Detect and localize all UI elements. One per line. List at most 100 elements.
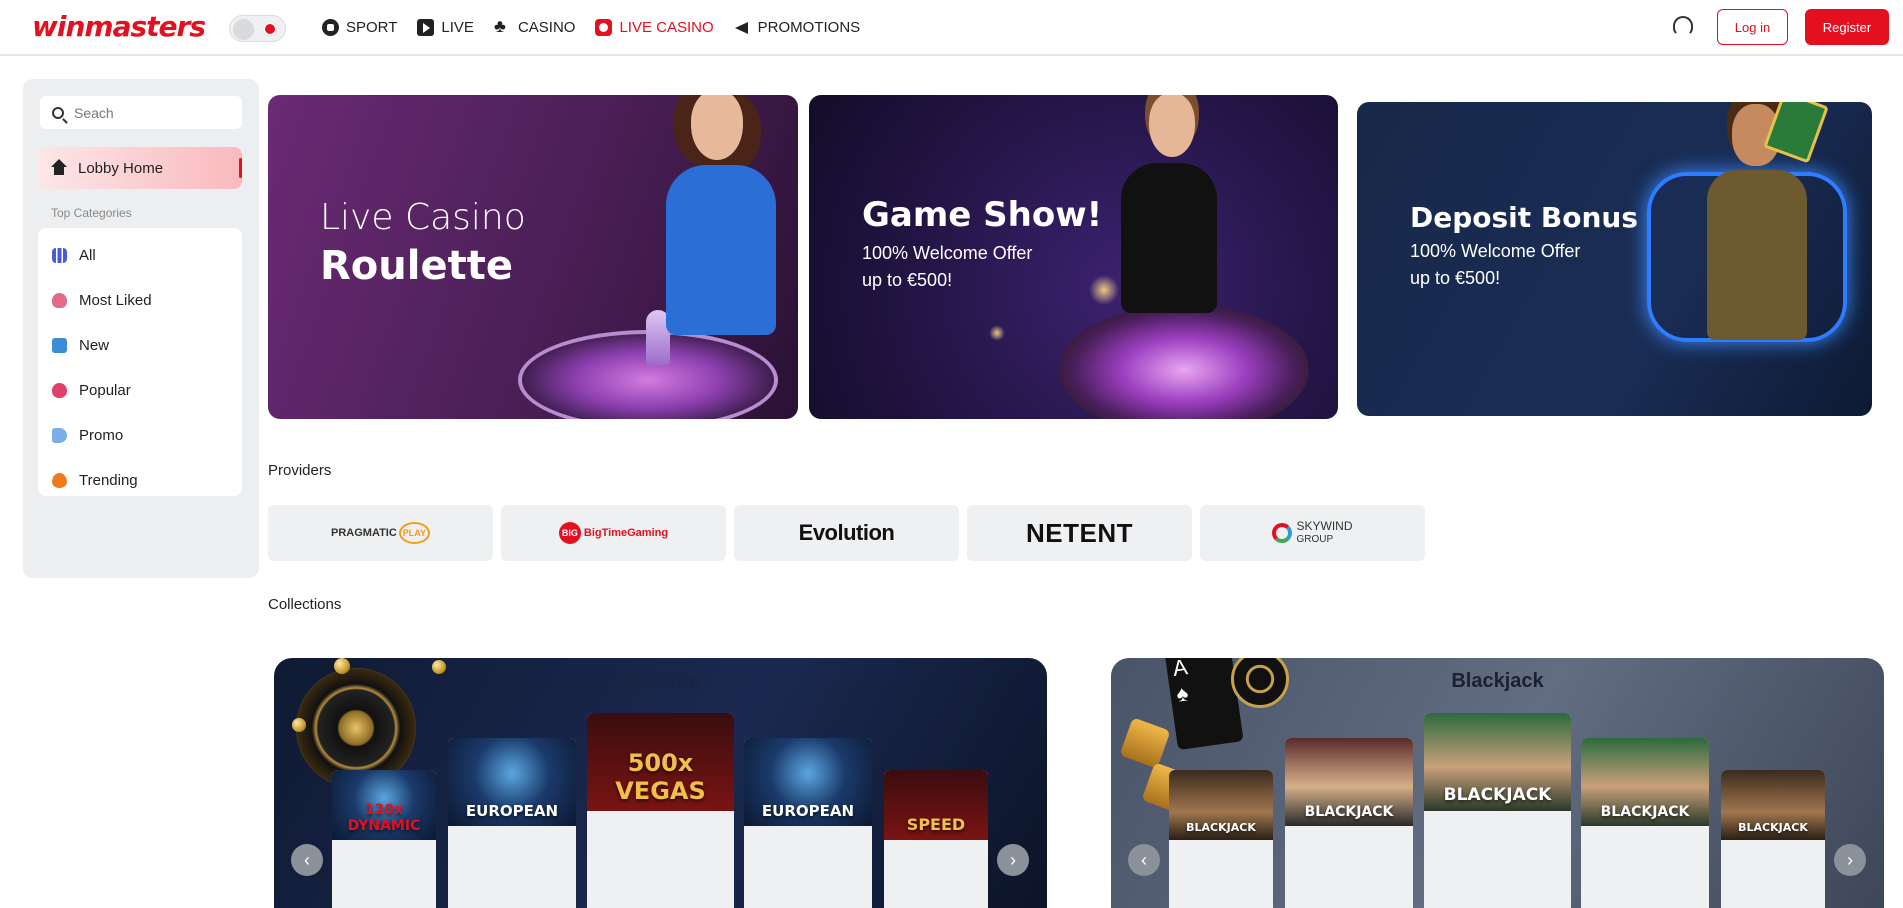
sidebar-item-all[interactable]: All xyxy=(38,233,242,278)
coin-image xyxy=(334,658,350,674)
game-card[interactable]: BLACKJACK xyxy=(1285,738,1413,908)
provider-pragmatic-play[interactable]: PRAGMATIC PLAY xyxy=(268,505,493,561)
sidebar-item-most-liked[interactable]: Most Liked xyxy=(38,278,242,323)
shopping-bag-icon xyxy=(52,338,67,353)
live-tv-icon xyxy=(417,18,435,36)
grid-icon xyxy=(52,248,67,263)
banner-sub-line2: up to €500! xyxy=(862,270,953,290)
coin-image xyxy=(432,660,446,674)
collections-heading: Collections xyxy=(268,596,342,613)
game-art: BLACKJACK xyxy=(1581,738,1709,826)
sidebar-item-new[interactable]: New xyxy=(38,323,242,368)
nav-casino-label: CASINO xyxy=(517,18,576,36)
sidebar-item-trending[interactable]: Trending xyxy=(38,458,242,503)
category-label: Popular xyxy=(79,382,131,399)
chevron-left-icon: ‹ xyxy=(304,849,310,870)
game-art: BLACKJACK xyxy=(1721,770,1825,840)
logo-text: winmasters xyxy=(32,10,206,43)
winmasters-logo[interactable]: winmasters xyxy=(32,10,206,43)
toggle-knob xyxy=(233,19,254,40)
pragmatic-logo: PRAGMATIC PLAY xyxy=(331,522,430,544)
game-art: BLACKJACK xyxy=(1424,713,1571,811)
lobby-home-label: Lobby Home xyxy=(78,159,164,177)
game-art: SPEED xyxy=(884,770,988,840)
provider-evolution[interactable]: Evolution xyxy=(734,505,959,561)
big-time-gaming-logo: BIG BigTimeGaming xyxy=(558,522,668,544)
collection-blackjack: Blackjack A ♠ BLACKJACK BLACKJACK BLACKJA… xyxy=(1111,658,1884,908)
category-label: Promo xyxy=(79,427,124,444)
nav-live[interactable]: LIVE xyxy=(417,18,474,36)
sidebar-item-promo[interactable]: Promo xyxy=(38,413,242,458)
provider-netent[interactable]: NETENT xyxy=(967,505,1192,561)
sidebar-item-popular[interactable]: Popular xyxy=(38,368,242,413)
nav-live-casino-label: LIVE CASINO xyxy=(619,18,714,36)
game-card[interactable]: SPEED xyxy=(884,770,988,908)
clubs-icon xyxy=(494,16,511,37)
sidebar-item-lobby-home[interactable]: Lobby Home xyxy=(38,147,242,189)
adventurer-image xyxy=(1647,102,1852,362)
collection-roulette: Roulette 120x DYNAMIC EUROPEAN 500x VEGA… xyxy=(274,658,1047,908)
headset-support-icon[interactable] xyxy=(1673,16,1693,36)
megaphone-icon xyxy=(52,428,67,443)
category-label: Trending xyxy=(79,472,138,489)
banner-subtitle: 100% Welcome Offer up to €500! xyxy=(1410,238,1650,292)
provider-skywind[interactable]: SKYWIND GROUP xyxy=(1200,505,1425,561)
sun-icon xyxy=(263,22,277,36)
category-label: New xyxy=(79,337,110,354)
banner-title: Game Show! xyxy=(862,195,1103,235)
hearts-icon xyxy=(52,293,67,308)
nav-sport-label: SPORT xyxy=(346,18,398,36)
game-card[interactable]: EUROPEAN xyxy=(744,738,872,908)
nav-promotions[interactable]: PROMOTIONS xyxy=(734,18,861,36)
banner-sub-line1: 100% Welcome Offer xyxy=(862,243,1033,263)
top-header: winmasters SPORT LIVE CASINO LIVE CASINO… xyxy=(0,0,1903,56)
search-box[interactable] xyxy=(40,96,242,129)
chevron-right-icon: › xyxy=(1847,849,1853,870)
dice-image xyxy=(1119,717,1171,769)
banner-title: Deposit Bonus xyxy=(1410,201,1639,234)
carousel-next-button[interactable]: › xyxy=(1834,844,1866,876)
banner-deposit-bonus[interactable]: Deposit Bonus 100% Welcome Offer up to €… xyxy=(1357,102,1872,416)
login-button[interactable]: Log in xyxy=(1717,9,1788,45)
game-card[interactable]: BLACKJACK xyxy=(1424,713,1571,908)
game-card[interactable]: BLACKJACK xyxy=(1721,770,1825,908)
category-label: All xyxy=(79,247,96,264)
banner-line1: Live Casino xyxy=(320,197,526,238)
carousel-next-button[interactable]: › xyxy=(997,844,1029,876)
megaphone-icon xyxy=(734,19,751,36)
nav-casino[interactable]: CASINO xyxy=(494,16,576,37)
host-image xyxy=(1099,95,1239,315)
game-card[interactable]: BLACKJACK xyxy=(1581,738,1709,908)
nav-live-label: LIVE xyxy=(441,18,474,36)
carousel-prev-button[interactable]: ‹ xyxy=(1128,844,1160,876)
sidebar: Lobby Home Top Categories All Most Liked… xyxy=(23,79,259,578)
casino-chip-icon xyxy=(595,18,613,36)
banner-live-roulette[interactable]: Live Casino Roulette xyxy=(268,95,798,419)
top-categories-heading: Top Categories xyxy=(51,206,132,220)
game-art: 120x DYNAMIC xyxy=(332,770,436,840)
game-card[interactable]: 120x DYNAMIC xyxy=(332,770,436,908)
chevron-right-icon: › xyxy=(1010,849,1016,870)
register-button[interactable]: Register xyxy=(1805,9,1889,45)
search-icon xyxy=(52,106,64,119)
nav-live-casino[interactable]: LIVE CASINO xyxy=(595,18,714,36)
casino-chip-image xyxy=(1231,658,1289,708)
carousel-prev-button[interactable]: ‹ xyxy=(291,844,323,876)
theme-toggle[interactable] xyxy=(229,15,286,42)
provider-big-time-gaming[interactable]: BIG BigTimeGaming xyxy=(501,505,726,561)
providers-heading: Providers xyxy=(268,462,332,479)
netent-logo: NETENT xyxy=(1026,517,1133,548)
game-card[interactable]: 500x VEGAS xyxy=(587,713,734,908)
nav-promotions-label: PROMOTIONS xyxy=(757,18,861,36)
game-card[interactable]: EUROPEAN xyxy=(448,738,576,908)
coin-image xyxy=(292,718,306,732)
dealer-image xyxy=(646,95,796,335)
roulette-wheel-image xyxy=(1059,305,1309,419)
game-card[interactable]: BLACKJACK xyxy=(1169,770,1273,908)
game-art: EUROPEAN xyxy=(448,738,576,826)
heart-icon xyxy=(52,383,67,398)
search-input[interactable] xyxy=(74,104,224,121)
banner-game-show[interactable]: Game Show! 100% Welcome Offer up to €500… xyxy=(809,95,1338,419)
soccer-ball-icon xyxy=(322,18,339,36)
nav-sport[interactable]: SPORT xyxy=(322,18,398,36)
